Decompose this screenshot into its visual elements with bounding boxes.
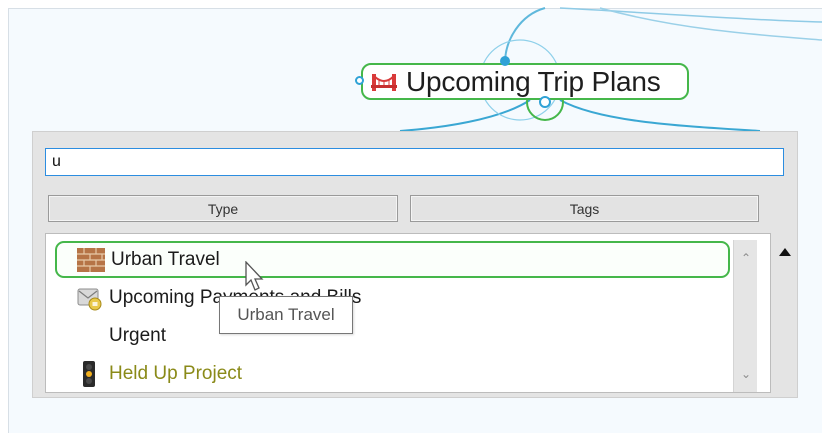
search-results-list: Urban Travel Upcoming Payments and Bills… — [45, 233, 771, 393]
results-scrollbar[interactable]: ⌃ ⌄ — [733, 240, 757, 392]
scroll-up-icon[interactable]: ⌃ — [734, 246, 758, 270]
panel-collapse-arrow-icon[interactable] — [779, 248, 791, 256]
tags-filter-button[interactable]: Tags — [410, 195, 759, 222]
mail-icon — [75, 284, 103, 312]
result-item-held-up-project[interactable]: Held Up Project — [55, 355, 730, 392]
brick-wall-icon — [77, 246, 105, 274]
tooltip-text: Urban Travel — [237, 305, 335, 324]
type-filter-label: Type — [207, 200, 239, 217]
traffic-light-icon — [75, 360, 103, 388]
bridge-icon — [371, 73, 397, 91]
type-filter-button[interactable]: Type — [48, 195, 398, 222]
tags-filter-label: Tags — [569, 200, 600, 217]
scroll-down-icon[interactable]: ⌄ — [734, 362, 758, 386]
central-topic[interactable]: Upcoming Trip Plans — [361, 63, 689, 100]
result-item-label: Held Up Project — [109, 362, 243, 384]
result-item-label: Urban Travel — [111, 248, 220, 270]
central-topic-label: Upcoming Trip Plans — [406, 65, 661, 97]
topic-bottom-handle[interactable] — [539, 96, 551, 108]
search-input[interactable] — [45, 148, 784, 176]
result-item-urgent[interactable]: Urgent — [55, 317, 730, 354]
topic-left-handle[interactable] — [355, 76, 364, 85]
result-item-upcoming-payments[interactable]: Upcoming Payments and Bills — [55, 279, 730, 316]
result-item-urban-travel[interactable]: Urban Travel — [55, 241, 730, 278]
result-tooltip: Urban Travel — [219, 296, 353, 334]
mouse-cursor-icon — [245, 261, 264, 291]
result-item-label: Urgent — [109, 324, 167, 346]
topic-top-handle[interactable] — [500, 56, 510, 66]
